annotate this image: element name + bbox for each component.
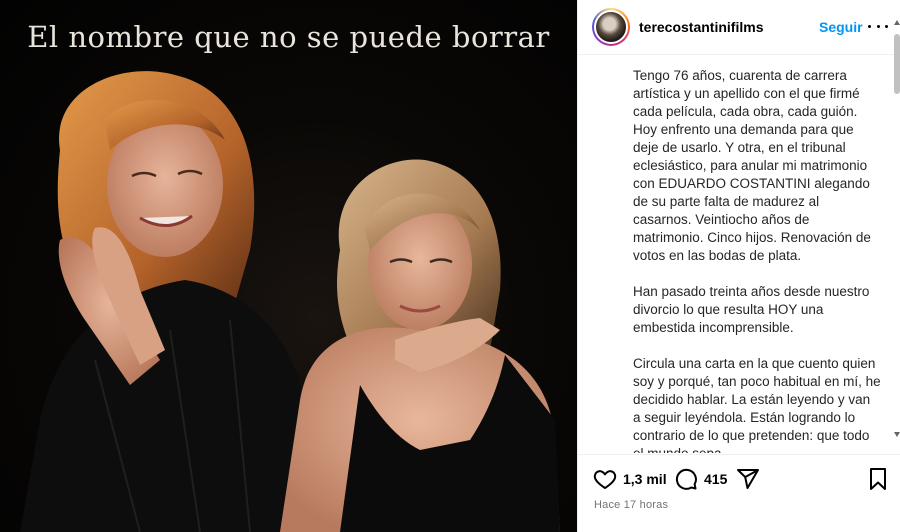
like-count[interactable]: 1,3 mil xyxy=(623,471,667,487)
save-button[interactable] xyxy=(868,467,888,491)
scroll-up-arrow[interactable] xyxy=(894,20,900,25)
avatar-image xyxy=(594,10,628,44)
post-timestamp[interactable]: Hace 17 horas xyxy=(594,499,668,511)
avatar[interactable] xyxy=(592,8,630,46)
post-actions: 1,3 mil 415 Hace 17 horas xyxy=(578,454,900,532)
caption-paragraph: Han pasado treinta años desde nuestro di… xyxy=(633,284,870,335)
share-button[interactable] xyxy=(736,467,760,491)
bookmark-icon xyxy=(868,467,888,491)
follow-button[interactable]: Seguir xyxy=(819,19,863,35)
photo-illustration xyxy=(20,71,560,532)
send-icon xyxy=(736,467,760,491)
like-button[interactable]: 1,3 mil xyxy=(593,467,667,491)
post-header: terecostantinifilms Seguir xyxy=(578,0,900,55)
comment-count: 415 xyxy=(704,471,728,487)
scroll-thumb[interactable] xyxy=(894,34,900,94)
post-caption: Tengo 76 años, cuarenta de carrera artís… xyxy=(633,67,881,453)
post-image[interactable]: El nombre que no se puede borrar xyxy=(0,0,577,532)
more-options-icon[interactable] xyxy=(868,16,888,36)
username-link[interactable]: terecostantinifilms xyxy=(639,19,763,35)
image-title-text: El nombre que no se puede borrar xyxy=(27,20,550,54)
caption-scroll-area[interactable]: Tengo 76 años, cuarenta de carrera artís… xyxy=(578,56,900,453)
caption-scrollbar[interactable] xyxy=(894,20,900,437)
comment-button[interactable]: 415 xyxy=(674,467,727,491)
caption-paragraph: Circula una carta en la que cuento quien… xyxy=(633,356,881,453)
scroll-down-arrow[interactable] xyxy=(894,432,900,437)
caption-paragraph: Tengo 76 años, cuarenta de carrera artís… xyxy=(633,68,871,263)
post-panel: terecostantinifilms Seguir Tengo 76 años… xyxy=(577,0,900,532)
comment-icon xyxy=(674,467,698,491)
heart-icon xyxy=(593,467,617,491)
